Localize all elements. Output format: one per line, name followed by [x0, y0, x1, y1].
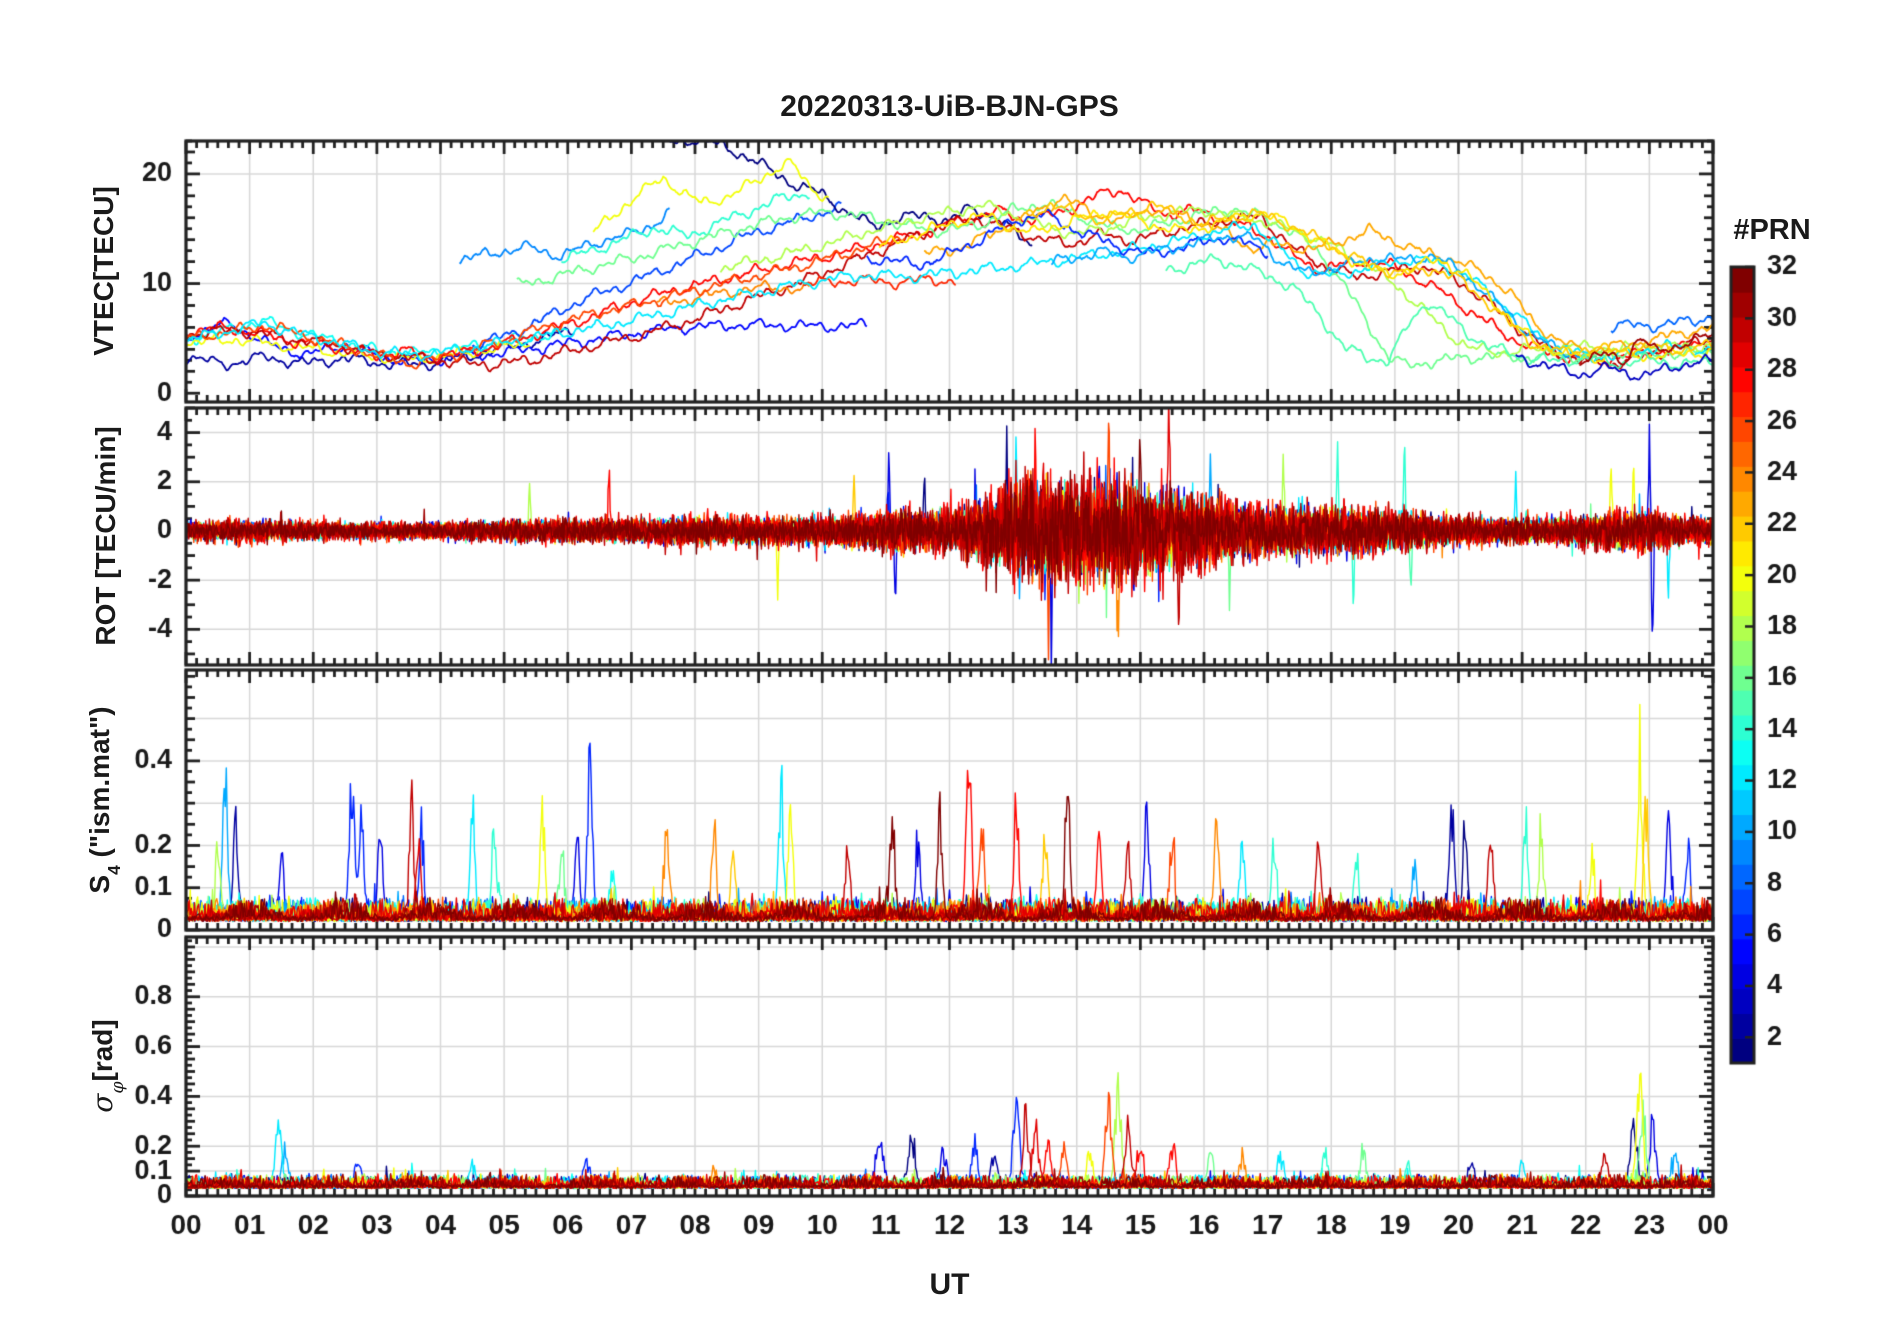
sigma-label-main: σ	[86, 1093, 119, 1113]
sigma-label-rest: [rad]	[87, 1019, 118, 1082]
y-axis-label-sigma-phi: σφ[rad]	[85, 836, 128, 1296]
chart-canvas	[0, 0, 1902, 1330]
figure: 20220313-UiB-BJN-GPS VTEC[TECU] ROT [TEC…	[0, 0, 1902, 1330]
sigma-label-sub: φ	[108, 1081, 129, 1094]
x-axis-label: UT	[929, 1268, 970, 1301]
colorbar-title: #PRN	[1733, 214, 1811, 246]
chart-title: 20220313-UiB-BJN-GPS	[780, 90, 1119, 123]
